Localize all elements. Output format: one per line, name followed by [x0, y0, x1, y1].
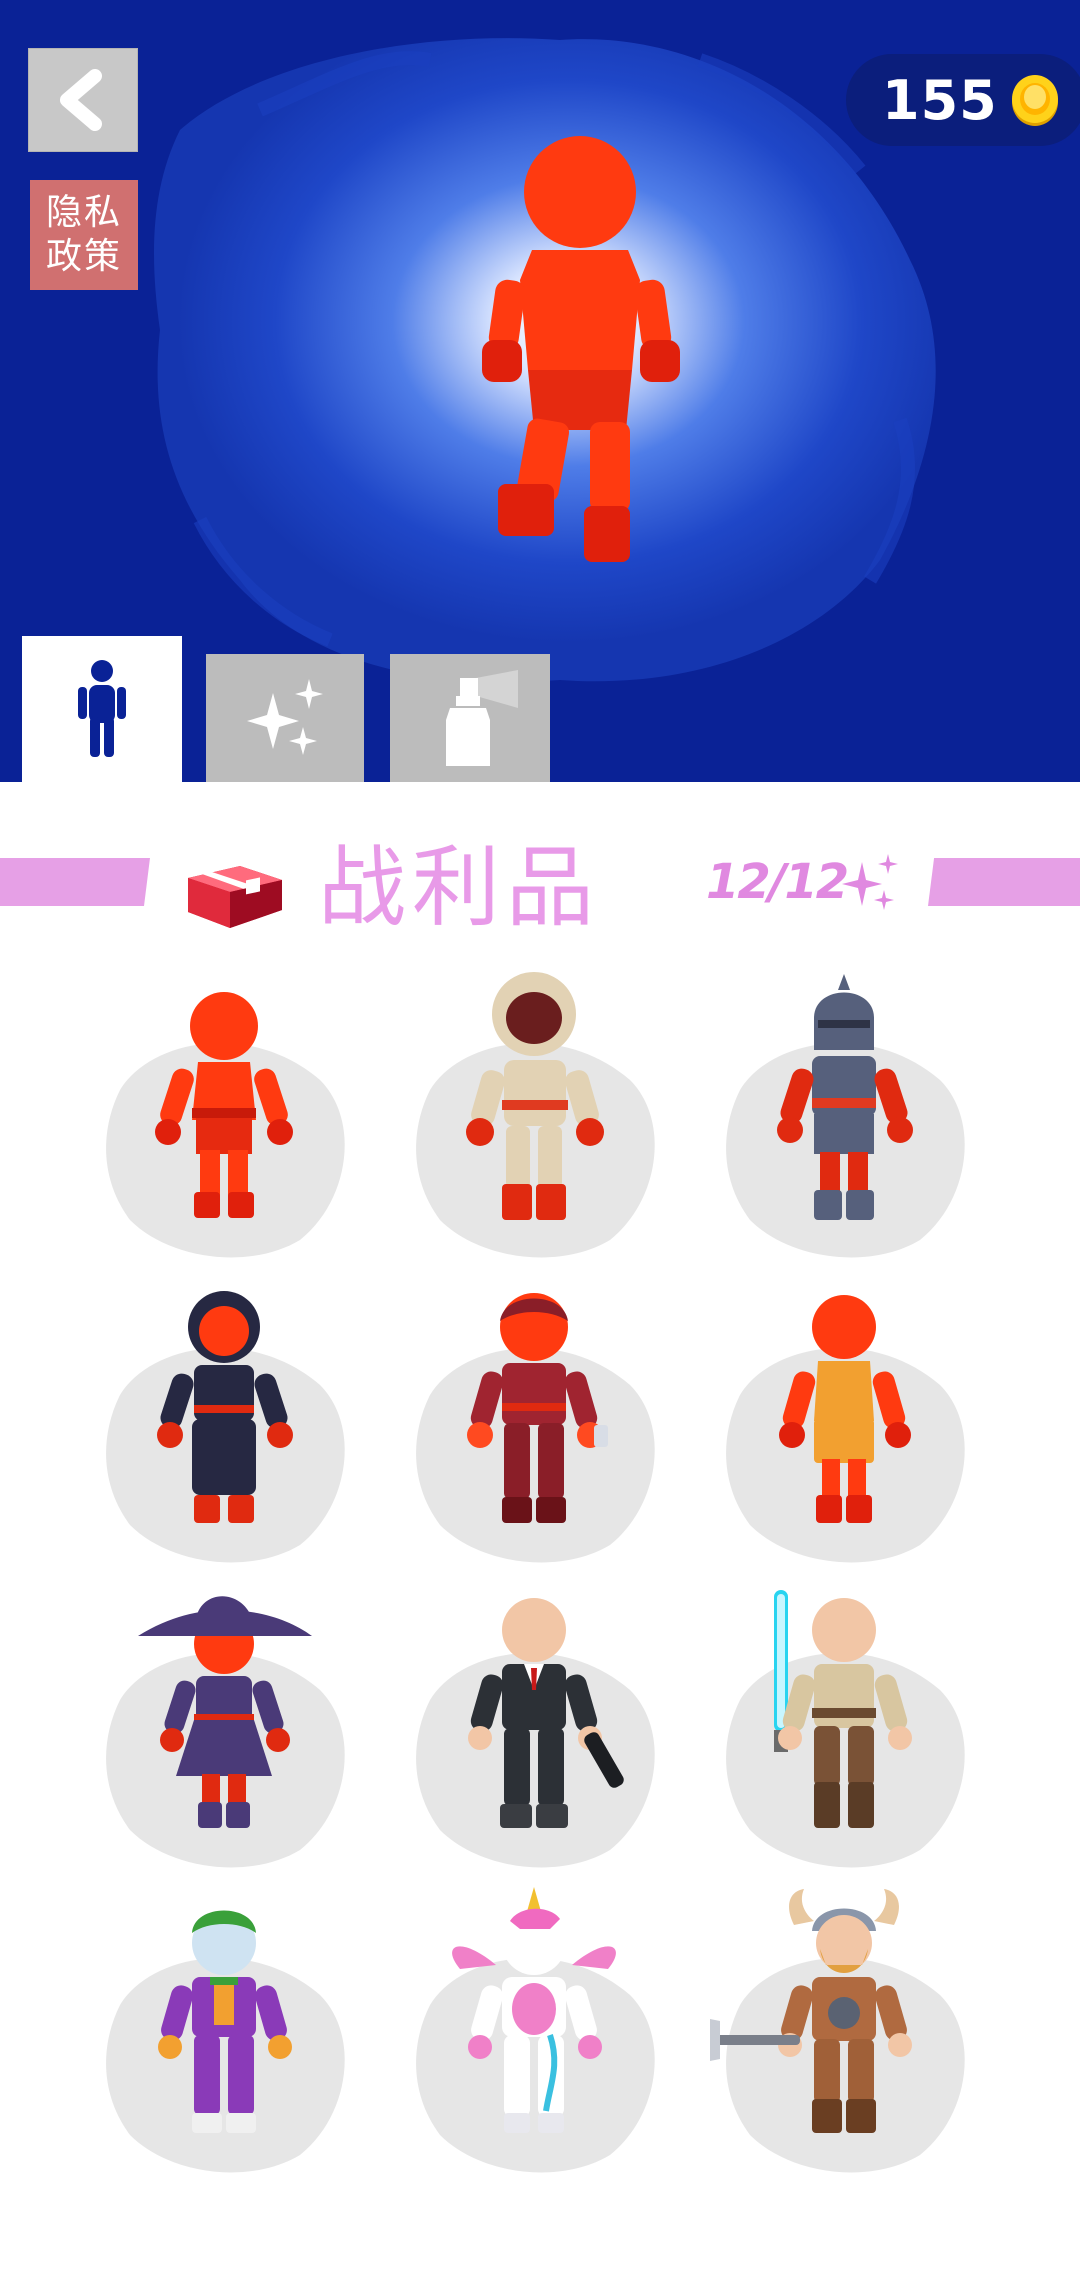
chevron-left-icon	[60, 69, 102, 131]
character-preview-panel: 隐私 政策 155	[0, 0, 1080, 782]
loot-banner-left	[0, 858, 150, 906]
skin-basketball-player[interactable]	[710, 1275, 990, 1575]
skin-witch[interactable]	[90, 1580, 370, 1880]
red-stickman-figure	[106, 992, 345, 1258]
treasure-chest-icon	[188, 866, 282, 928]
skin-grid	[90, 970, 990, 2200]
tab-spray[interactable]	[390, 654, 550, 782]
viking-figure	[710, 1889, 965, 2173]
skin-knight[interactable]	[710, 970, 990, 1270]
privacy-policy-button[interactable]: 隐私 政策	[30, 180, 138, 290]
skin-viking[interactable]	[710, 1885, 990, 2185]
tab-effects[interactable]	[206, 654, 364, 782]
skin-ninja[interactable]	[90, 1275, 370, 1575]
sparkles-icon	[247, 679, 323, 755]
witch-figure	[106, 1596, 345, 1868]
ninja-figure	[106, 1291, 345, 1563]
unicorn-figure	[416, 1887, 655, 2173]
agent-in-suit-figure	[416, 1598, 655, 1868]
loot-banner-right	[928, 858, 1080, 906]
loot-title: 战利品	[318, 836, 601, 939]
skin-red-stickman[interactable]	[90, 970, 370, 1270]
skin-jedi[interactable]	[710, 1580, 990, 1880]
sparkles-icon	[842, 854, 898, 910]
tab-character[interactable]	[22, 636, 182, 782]
privacy-label-line2: 政策	[45, 236, 122, 277]
skin-agent-in-suit[interactable]	[400, 1580, 680, 1880]
skin-maroon-fighter[interactable]	[400, 1275, 680, 1575]
coin-balance: 155	[846, 54, 1080, 146]
skin-unicorn[interactable]	[400, 1885, 680, 2185]
maroon-fighter-figure	[416, 1293, 655, 1563]
skin-joker[interactable]	[90, 1885, 370, 2185]
character-preview	[482, 136, 680, 562]
jedi-figure	[726, 1590, 965, 1868]
joker-figure	[106, 1910, 345, 2173]
basketball-player-figure	[726, 1295, 965, 1563]
coin-count: 155	[882, 68, 998, 132]
loot-count: 12/12	[706, 854, 849, 910]
knight-figure	[726, 974, 965, 1258]
privacy-label-line1: 隐私	[45, 192, 122, 233]
astronaut-figure	[416, 972, 655, 1258]
skin-astronaut[interactable]	[400, 970, 680, 1270]
spray-bottle-icon	[446, 670, 518, 766]
person-icon	[78, 660, 126, 757]
gold-coin-icon	[1012, 75, 1058, 126]
back-button[interactable]	[28, 48, 138, 152]
